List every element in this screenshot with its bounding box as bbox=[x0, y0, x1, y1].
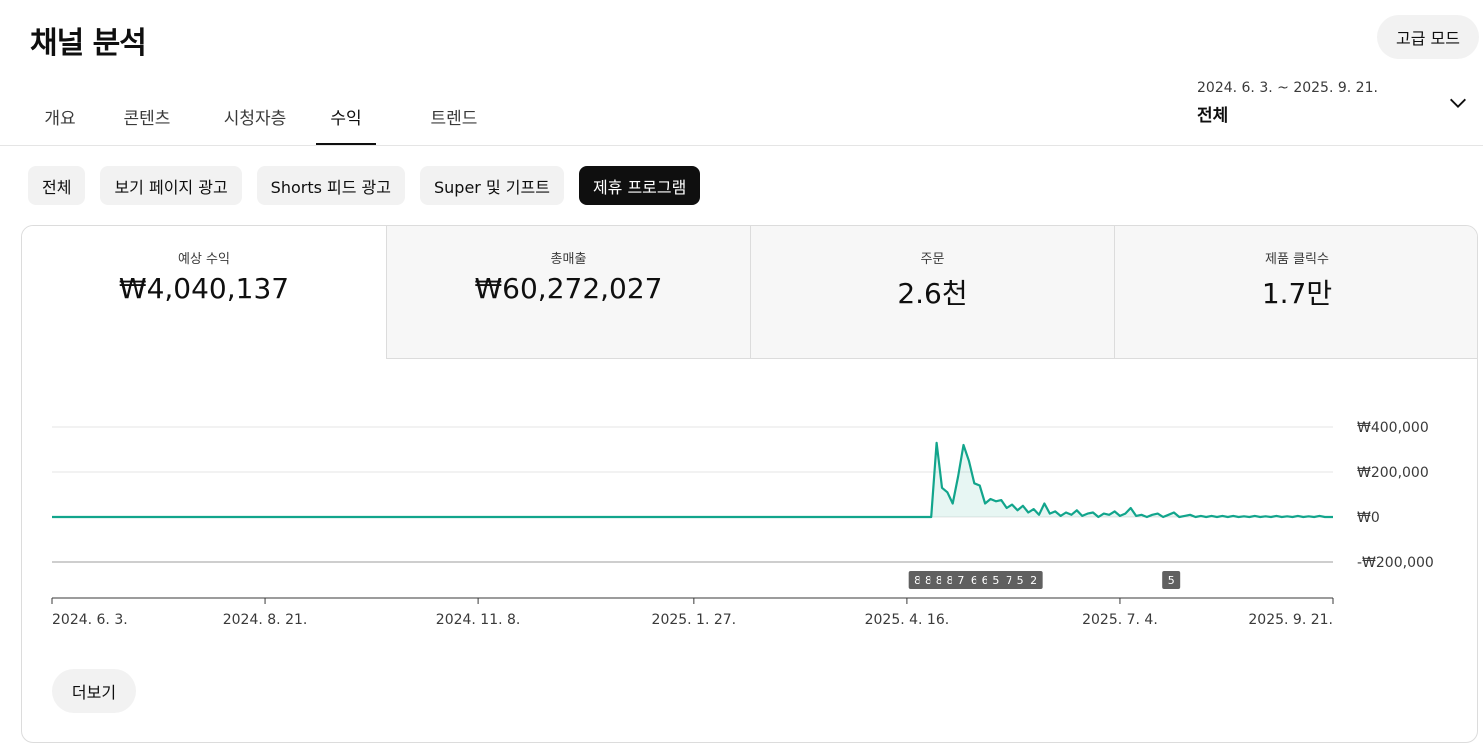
x-tick-label: 2025. 1. 27. bbox=[652, 612, 737, 628]
date-range-text: 2024. 6. 3. ~ 2025. 9. 21. bbox=[1197, 80, 1378, 96]
x-tick-label: 2025. 4. 16. bbox=[865, 612, 950, 628]
tab-overview[interactable]: 개요 bbox=[20, 90, 100, 146]
chip-watch-page-ads[interactable]: 보기 페이지 광고 bbox=[100, 166, 242, 205]
y-tick-label: ₩0 bbox=[1357, 510, 1380, 526]
y-tick-label: ₩200,000 bbox=[1357, 465, 1429, 481]
advanced-mode-button[interactable]: 고급 모드 bbox=[1377, 15, 1479, 59]
tab-trends[interactable]: 트렌드 bbox=[376, 90, 532, 146]
y-tick-label: -₩200,000 bbox=[1357, 555, 1434, 571]
revenue-filter-chips: 전체 보기 페이지 광고 Shorts 피드 광고 Super 및 기프트 제휴… bbox=[28, 166, 701, 205]
header-divider bbox=[0, 145, 1483, 146]
revenue-card: 예상 수익 ₩4,040,137 총매출 ₩60,272,027 주문 2.6천… bbox=[21, 225, 1478, 743]
chip-shorts-feed-ads[interactable]: Shorts 피드 광고 bbox=[256, 166, 405, 205]
see-more-button[interactable]: 더보기 bbox=[52, 669, 136, 713]
x-tick-label: 2024. 6. 3. bbox=[52, 612, 128, 628]
page-title: 채널 분석 bbox=[30, 26, 147, 61]
series-line bbox=[52, 441, 1333, 519]
tab-revenue[interactable]: 수익 bbox=[316, 90, 376, 146]
date-range-preset: 전체 bbox=[1197, 106, 1229, 126]
analytics-tabs: 개요 콘텐츠 시청자층 수익 트렌드 bbox=[20, 90, 532, 146]
chip-affiliate[interactable]: 제휴 프로그램 bbox=[578, 166, 701, 205]
series-area bbox=[52, 442, 1333, 517]
tab-audience[interactable]: 시청자층 bbox=[194, 90, 316, 146]
chevron-down-icon bbox=[1450, 98, 1466, 108]
x-tick-label: 2025. 7. 4. bbox=[1082, 612, 1158, 628]
upload-marker-label: 5 bbox=[1017, 574, 1024, 587]
y-tick-label: ₩400,000 bbox=[1357, 420, 1429, 436]
upload-marker-label: 5 bbox=[1168, 574, 1175, 587]
x-tick-label: 2024. 11. 8. bbox=[436, 612, 521, 628]
date-range-selector[interactable]: 2024. 6. 3. ~ 2025. 9. 21. 전체 bbox=[1197, 78, 1477, 128]
upload-marker-label: 7 bbox=[957, 574, 964, 587]
upload-marker-label: 5 bbox=[992, 574, 999, 587]
chip-super-gifts[interactable]: Super 및 기프트 bbox=[420, 166, 564, 205]
x-tick-label: 2025. 9. 21. bbox=[1248, 612, 1333, 628]
chip-all[interactable]: 전체 bbox=[28, 166, 86, 205]
tab-content[interactable]: 콘텐츠 bbox=[100, 90, 194, 146]
revenue-line-chart: ₩400,000₩200,000₩0-₩200,0008 8 8 8 7 6 6 5 7 5 2 52… bbox=[51, 420, 1434, 628]
x-tick-label: 2024. 8. 21. bbox=[223, 612, 308, 628]
upload-marker-label: 2 bbox=[1030, 574, 1037, 587]
